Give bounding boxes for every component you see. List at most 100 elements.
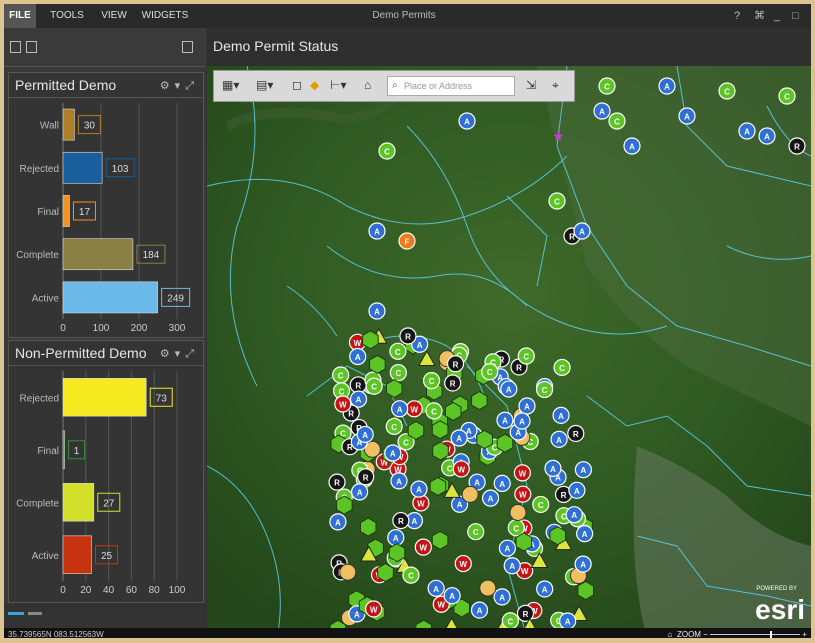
permit-marker[interactable]: A: [658, 77, 676, 95]
permit-marker[interactable]: C: [532, 495, 550, 514]
permit-marker[interactable]: A: [384, 444, 402, 462]
bar[interactable]: [62, 430, 65, 469]
gear-icon[interactable]: ⚙: [160, 80, 175, 92]
permit-marker[interactable]: A: [349, 347, 367, 366]
permit-marker[interactable]: F: [398, 232, 416, 250]
permit-marker[interactable]: C: [389, 364, 407, 382]
minimize-button[interactable]: _: [774, 4, 780, 28]
permit-marker[interactable]: C: [548, 192, 566, 210]
chevron-down-icon[interactable]: ▾: [175, 348, 186, 360]
expand-icon[interactable]: ⤢: [185, 348, 199, 360]
permit-marker[interactable]: [407, 420, 425, 440]
panel-tab-2[interactable]: [28, 612, 42, 615]
permit-marker[interactable]: C: [402, 566, 420, 584]
permit-marker[interactable]: [431, 530, 449, 550]
permit-marker[interactable]: A: [481, 489, 500, 507]
permit-marker[interactable]: A: [550, 430, 568, 448]
permit-marker[interactable]: A: [559, 612, 577, 630]
permit-marker[interactable]: A: [738, 122, 756, 140]
map-view[interactable]: AWRAAWAAACAAAARCAWCAAAWACCACCRCAWRWCWRAA…: [207, 66, 811, 638]
permit-marker[interactable]: A: [758, 127, 776, 145]
permit-marker[interactable]: [471, 391, 488, 411]
permit-marker[interactable]: A: [544, 459, 562, 477]
zoom-control[interactable]: ⌂ ZOOM − +: [668, 628, 807, 638]
permit-marker[interactable]: [515, 532, 533, 552]
permit-marker[interactable]: R: [328, 473, 346, 491]
permit-marker[interactable]: [577, 580, 594, 601]
search-input[interactable]: [387, 76, 515, 96]
panel-tab-1[interactable]: [8, 612, 24, 615]
permit-marker[interactable]: A: [351, 483, 369, 501]
bar[interactable]: [62, 535, 92, 574]
bar[interactable]: [62, 238, 134, 271]
zoom-out-button[interactable]: −: [703, 630, 708, 638]
permit-marker[interactable]: A: [496, 411, 514, 429]
panel-tabs[interactable]: [8, 612, 42, 616]
permit-marker[interactable]: A: [450, 429, 468, 447]
menu-tools[interactable]: TOOLS: [44, 4, 90, 28]
permit-marker[interactable]: C: [425, 402, 443, 420]
permit-marker[interactable]: C: [481, 363, 499, 381]
home-icon[interactable]: ⌂: [668, 630, 673, 638]
bar[interactable]: [62, 281, 158, 314]
permit-marker[interactable]: C: [378, 142, 396, 160]
permit-marker[interactable]: [362, 330, 379, 350]
permit-marker[interactable]: R: [444, 374, 462, 392]
permit-marker[interactable]: A: [470, 601, 489, 619]
restore-button[interactable]: ⌘: [754, 4, 765, 28]
permit-marker[interactable]: A: [593, 102, 611, 120]
satellite-map[interactable]: AWRAAWAAACAAAARCAWCAAAWACCACCRCAWRWCWRAA…: [207, 66, 811, 638]
permit-marker[interactable]: R: [446, 355, 465, 373]
star-marker[interactable]: ★: [552, 128, 565, 144]
permit-marker[interactable]: A: [568, 481, 586, 499]
permit-marker[interactable]: A: [518, 397, 536, 415]
bar[interactable]: [62, 108, 75, 141]
permit-marker[interactable]: [444, 401, 462, 421]
measure-icon[interactable]: ⊢▾: [330, 78, 346, 92]
permit-marker[interactable]: A: [387, 528, 405, 547]
chevron-down-icon[interactable]: ▾: [175, 80, 186, 92]
permit-marker[interactable]: C: [507, 519, 525, 537]
permit-marker[interactable]: C: [535, 380, 554, 399]
permit-marker[interactable]: W: [513, 464, 531, 482]
permit-marker[interactable]: A: [443, 587, 461, 605]
permit-marker[interactable]: C: [389, 342, 407, 360]
permit-marker[interactable]: C: [608, 112, 626, 130]
diamond-icon[interactable]: ◆: [310, 78, 319, 92]
permit-marker[interactable]: A: [576, 525, 594, 543]
permit-marker[interactable]: A: [678, 107, 696, 125]
permit-marker[interactable]: W: [365, 600, 383, 618]
permit-marker[interactable]: C: [553, 358, 571, 377]
permit-marker[interactable]: R: [788, 137, 806, 155]
permit-marker[interactable]: R: [392, 511, 410, 530]
permit-marker[interactable]: R: [349, 376, 367, 394]
permit-marker[interactable]: [476, 429, 493, 450]
permit-marker[interactable]: A: [574, 461, 593, 479]
permit-marker[interactable]: [509, 503, 527, 521]
menu-file[interactable]: FILE: [4, 4, 36, 28]
permit-marker[interactable]: A: [368, 302, 386, 320]
basemap-icon[interactable]: ▤▾: [256, 78, 273, 92]
permit-marker[interactable]: C: [467, 523, 485, 541]
permit-marker[interactable]: C: [598, 77, 616, 95]
permit-marker[interactable]: A: [623, 137, 641, 155]
permit-marker[interactable]: R: [567, 424, 585, 443]
permit-marker[interactable]: A: [329, 513, 347, 531]
help-button[interactable]: ?: [734, 4, 740, 28]
permit-marker[interactable]: A: [552, 406, 570, 424]
permit-marker[interactable]: [549, 526, 566, 546]
permit-marker[interactable]: [496, 433, 514, 453]
permit-marker[interactable]: A: [565, 506, 583, 524]
permit-marker[interactable]: C: [718, 82, 736, 100]
grid-icon[interactable]: ▦▾: [222, 78, 239, 92]
menu-view[interactable]: VIEW: [96, 4, 132, 28]
permit-marker[interactable]: C: [365, 377, 383, 395]
permit-marker[interactable]: A: [536, 580, 554, 598]
permit-marker[interactable]: A: [513, 412, 531, 430]
permit-marker[interactable]: [388, 543, 406, 563]
permit-marker[interactable]: W: [452, 460, 470, 478]
permit-marker[interactable]: A: [493, 588, 511, 606]
permit-marker[interactable]: A: [390, 472, 408, 490]
permit-marker[interactable]: [377, 563, 394, 583]
bar[interactable]: [62, 483, 95, 522]
